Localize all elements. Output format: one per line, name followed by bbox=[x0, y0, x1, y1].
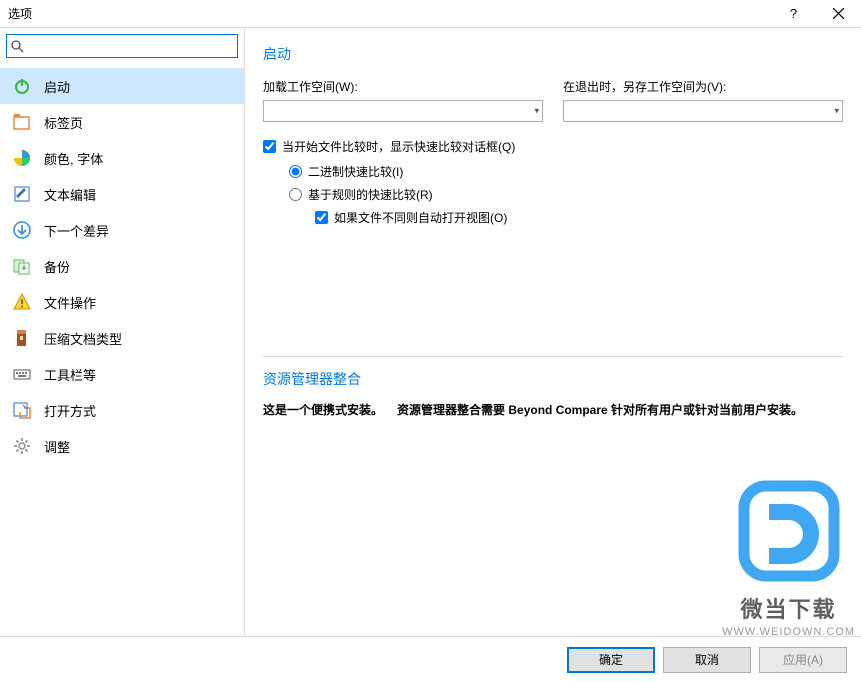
load-workspace-select[interactable] bbox=[263, 100, 543, 122]
show-quickcompare-checkbox[interactable] bbox=[263, 140, 276, 153]
nav-label: 备份 bbox=[44, 257, 70, 276]
search-box[interactable] bbox=[6, 34, 238, 58]
save-workspace-select[interactable] bbox=[563, 100, 843, 122]
nav-item-openwith[interactable]: 打开方式 bbox=[0, 392, 244, 428]
keyboard-icon bbox=[12, 364, 32, 384]
section-title-explorer: 资源管理器整合 bbox=[263, 369, 843, 389]
nav-label: 下一个差异 bbox=[44, 221, 109, 240]
tabs-icon bbox=[12, 112, 32, 132]
nav-label: 调整 bbox=[44, 437, 70, 456]
apply-button[interactable]: 应用(A) bbox=[759, 647, 847, 673]
openwith-icon bbox=[12, 400, 32, 420]
footer: 确定 取消 应用(A) bbox=[0, 636, 861, 682]
titlebar: 选项 ? bbox=[0, 0, 861, 28]
nav-item-startup[interactable]: 启动 bbox=[0, 68, 244, 104]
nav-item-textedit[interactable]: 文本编辑 bbox=[0, 176, 244, 212]
search-input[interactable] bbox=[27, 36, 234, 56]
warning-icon bbox=[12, 292, 32, 312]
nav-label: 打开方式 bbox=[44, 401, 96, 420]
nav-label: 启动 bbox=[44, 77, 70, 96]
nav-item-fileops[interactable]: 文件操作 bbox=[0, 284, 244, 320]
nav-label: 压缩文档类型 bbox=[44, 329, 122, 348]
section-title-startup: 启动 bbox=[263, 44, 843, 64]
palette-icon bbox=[12, 148, 32, 168]
nav-label: 工具栏等 bbox=[44, 365, 96, 384]
nav-item-tabs[interactable]: 标签页 bbox=[0, 104, 244, 140]
archive-icon bbox=[12, 328, 32, 348]
rules-compare-radio[interactable] bbox=[289, 188, 302, 201]
sidebar: 启动 标签页 颜色, 字体 文本编辑 下一个差异 备份 bbox=[0, 28, 245, 636]
nav-item-tweaks[interactable]: 调整 bbox=[0, 428, 244, 464]
content-panel: 启动 加载工作空间(W): ▾ 在退出时，另存工作空间为(V): ▾ 当开始文件… bbox=[245, 28, 861, 636]
help-button[interactable]: ? bbox=[771, 0, 816, 28]
nav-item-colors[interactable]: 颜色, 字体 bbox=[0, 140, 244, 176]
save-workspace-label: 在退出时，另存工作空间为(V): bbox=[563, 78, 843, 95]
openview-label: 如果文件不同则自动打开视图(O) bbox=[334, 209, 507, 226]
binary-compare-label: 二进制快速比较(I) bbox=[308, 163, 403, 180]
nav-item-toolbar[interactable]: 工具栏等 bbox=[0, 356, 244, 392]
nav-item-archive[interactable]: 压缩文档类型 bbox=[0, 320, 244, 356]
nav-label: 标签页 bbox=[44, 113, 83, 132]
close-button[interactable] bbox=[816, 0, 861, 28]
nav-item-nextdiff[interactable]: 下一个差异 bbox=[0, 212, 244, 248]
binary-compare-radio[interactable] bbox=[289, 165, 302, 178]
load-workspace-label: 加载工作空间(W): bbox=[263, 78, 543, 95]
edit-icon bbox=[12, 184, 32, 204]
close-icon bbox=[833, 8, 844, 19]
nav-label: 文本编辑 bbox=[44, 185, 96, 204]
nav-label: 文件操作 bbox=[44, 293, 96, 312]
openview-checkbox[interactable] bbox=[315, 211, 328, 224]
show-quickcompare-label: 当开始文件比较时，显示快速比较对话框(Q) bbox=[282, 138, 515, 155]
down-arrow-icon bbox=[12, 220, 32, 240]
power-icon bbox=[12, 76, 32, 96]
rules-compare-label: 基于规则的快速比较(R) bbox=[308, 186, 433, 203]
nav-label: 颜色, 字体 bbox=[44, 149, 103, 168]
cancel-button[interactable]: 取消 bbox=[663, 647, 751, 673]
nav-list: 启动 标签页 颜色, 字体 文本编辑 下一个差异 备份 bbox=[0, 64, 244, 464]
nav-item-backup[interactable]: 备份 bbox=[0, 248, 244, 284]
backup-icon bbox=[12, 256, 32, 276]
ok-button[interactable]: 确定 bbox=[567, 647, 655, 673]
window-title: 选项 bbox=[8, 5, 771, 22]
explorer-text: 这是一个便携式安装。资源管理器整合需要 Beyond Compare 针对所有用… bbox=[263, 401, 843, 420]
gear-icon bbox=[12, 436, 32, 456]
search-icon bbox=[10, 39, 24, 53]
